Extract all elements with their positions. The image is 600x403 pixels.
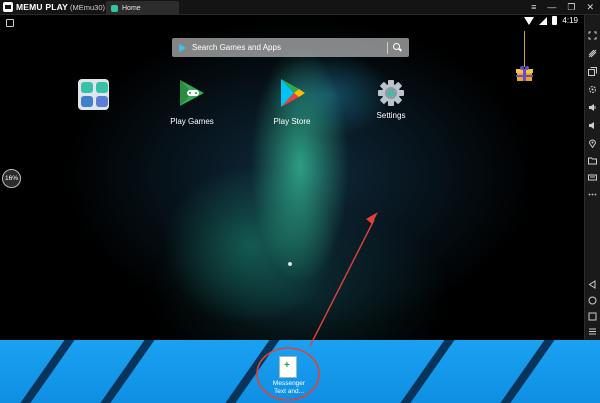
wifi-icon bbox=[524, 16, 535, 25]
tab-home[interactable]: Home bbox=[106, 1, 179, 15]
app-play-games[interactable]: Play Games bbox=[164, 78, 220, 126]
minimize-button[interactable]: — bbox=[547, 1, 556, 13]
tab-home-label: Home bbox=[122, 4, 141, 12]
folder-app-4-icon bbox=[95, 96, 108, 107]
volume-down-icon[interactable] bbox=[588, 121, 597, 130]
app-folder[interactable] bbox=[77, 79, 109, 110]
search-icon[interactable] bbox=[393, 43, 402, 52]
more-icon[interactable] bbox=[588, 190, 597, 199]
gear-core bbox=[382, 84, 400, 102]
folder-icon[interactable] bbox=[588, 156, 597, 165]
google-play-icon bbox=[179, 43, 186, 52]
app-play-store[interactable]: Play Store bbox=[264, 78, 320, 126]
emulator-titlebar: MEMU PLAY (MEmu30) Home ≡ — ❐ ✕ bbox=[0, 0, 600, 15]
memu-logo-icon bbox=[3, 2, 13, 12]
gift-icon[interactable] bbox=[516, 66, 533, 82]
signal-icon bbox=[539, 16, 548, 25]
windows-desktop: Messenger Text and... bbox=[0, 340, 600, 403]
search-bar[interactable]: Search Games and Apps bbox=[172, 38, 409, 57]
folder-app-2-icon bbox=[95, 82, 108, 93]
settings-gear-icon bbox=[377, 79, 405, 107]
settings-icon[interactable] bbox=[588, 85, 597, 94]
home-icon[interactable] bbox=[588, 296, 597, 305]
emulator-sidebar bbox=[584, 15, 600, 340]
gift-string bbox=[524, 31, 525, 67]
status-time: 4:19 bbox=[562, 16, 578, 25]
app-label-play-games: Play Games bbox=[170, 117, 214, 126]
window-controls: ≡ — ❐ ✕ bbox=[531, 1, 594, 13]
wallpaper-stripe bbox=[388, 340, 462, 403]
memu-logo: MEMU PLAY bbox=[3, 2, 68, 12]
progress-badge[interactable]: 16% bbox=[2, 169, 21, 188]
back-icon[interactable] bbox=[588, 280, 597, 289]
play-games-icon bbox=[180, 80, 204, 106]
multi-window-icon[interactable] bbox=[588, 67, 597, 76]
menu-button[interactable]: ≡ bbox=[531, 1, 536, 13]
page-indicator bbox=[288, 262, 292, 266]
play-store-icon bbox=[281, 79, 305, 107]
rotate-icon[interactable] bbox=[588, 173, 597, 182]
menu-icon[interactable] bbox=[588, 327, 597, 336]
wallpaper-stripe bbox=[488, 340, 562, 403]
recents-icon[interactable] bbox=[588, 312, 597, 321]
memu-logo-text: MEMU PLAY bbox=[16, 2, 69, 12]
location-icon[interactable] bbox=[588, 139, 597, 148]
maximize-button[interactable]: ❐ bbox=[567, 1, 575, 13]
folder-app-3-icon bbox=[80, 96, 93, 107]
app-label-play-store: Play Store bbox=[273, 117, 311, 126]
wallpaper-stripe bbox=[88, 340, 162, 403]
app-settings[interactable]: Settings bbox=[364, 79, 418, 120]
expand-icon[interactable] bbox=[588, 31, 597, 40]
folder-icon bbox=[77, 79, 109, 110]
volume-up-icon[interactable] bbox=[588, 103, 597, 112]
wallpaper-stripe bbox=[8, 340, 82, 403]
android-home-screen[interactable]: 4:19 Search Games and Apps Play Games Pl… bbox=[0, 15, 584, 340]
search-divider bbox=[387, 41, 388, 54]
shake-icon[interactable] bbox=[588, 49, 597, 58]
desktop-file-label[interactable]: Messenger Text and... bbox=[270, 380, 308, 395]
battery-icon bbox=[552, 16, 558, 25]
folder-app-1-icon bbox=[80, 82, 93, 93]
home-tab-icon bbox=[111, 4, 118, 12]
instance-name: (MEmu30) bbox=[70, 3, 106, 12]
notification-icon bbox=[6, 19, 14, 27]
app-label-settings: Settings bbox=[376, 111, 406, 120]
search-input[interactable]: Search Games and Apps bbox=[192, 43, 387, 52]
close-button[interactable]: ✕ bbox=[586, 1, 594, 13]
apk-file-icon[interactable] bbox=[279, 356, 297, 378]
status-bar: 4:19 bbox=[524, 16, 578, 25]
